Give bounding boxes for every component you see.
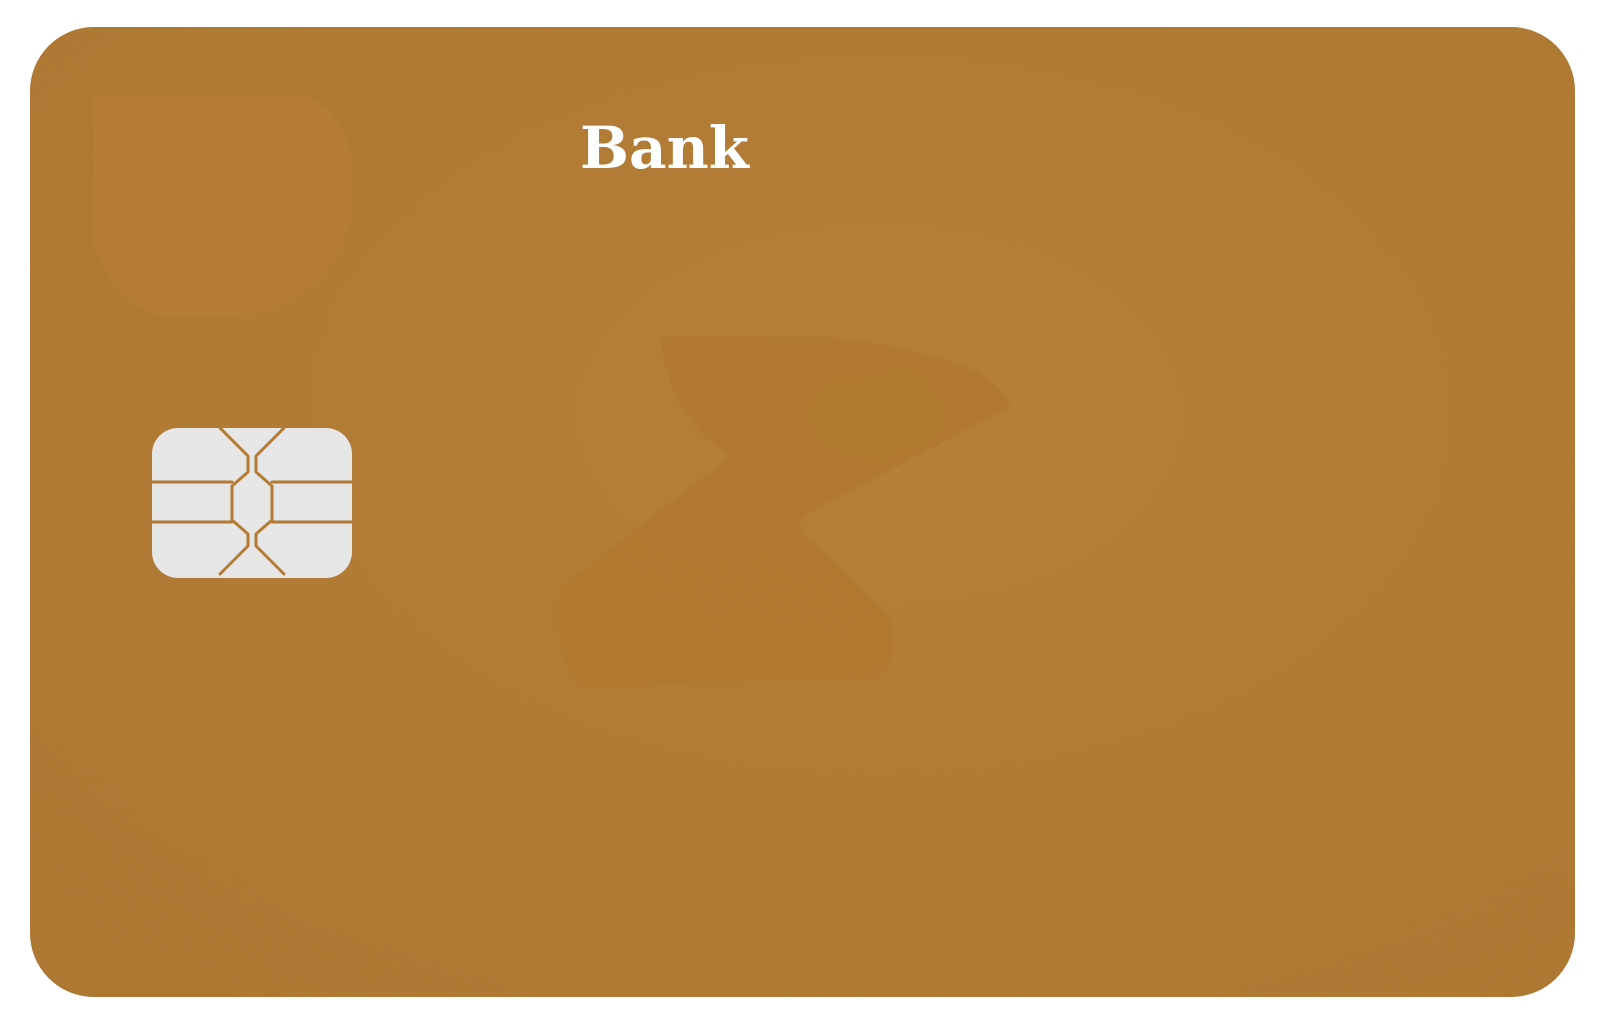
bank-logo-icon [94,95,354,317]
bank-name-text: Bank [580,114,749,182]
network-mark-icon [557,337,1010,687]
emv-chip-icon [152,428,352,578]
credit-card: Bank [30,27,1575,997]
